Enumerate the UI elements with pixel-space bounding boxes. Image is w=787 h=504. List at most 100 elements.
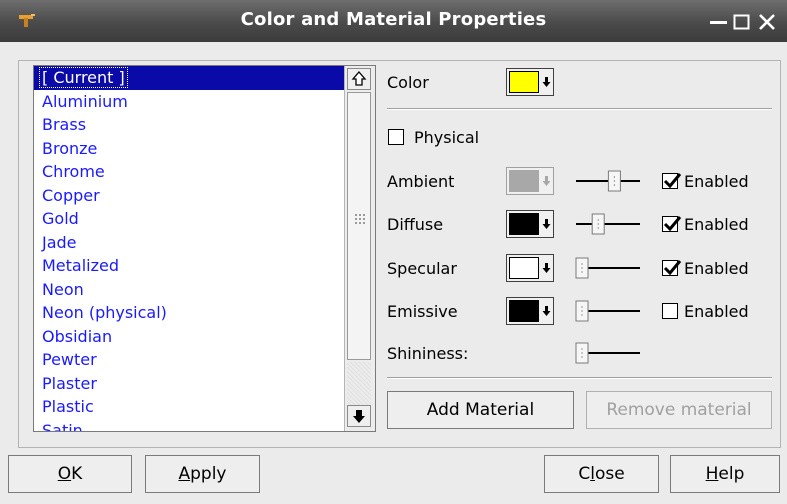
separator xyxy=(387,108,772,110)
scroll-down-button[interactable] xyxy=(347,405,371,427)
material-item-label: Gold xyxy=(42,209,79,228)
ambient-label: Ambient xyxy=(387,172,455,191)
material-list-item[interactable]: Brass xyxy=(34,113,345,137)
material-item-label: Jade xyxy=(42,232,77,252)
slider-handle[interactable] xyxy=(575,257,589,279)
material-list-item[interactable]: Chrome xyxy=(34,160,345,184)
diffuse-color-swatch xyxy=(509,213,539,235)
diffuse-color-button[interactable] xyxy=(506,210,554,238)
grip-icon xyxy=(355,214,365,224)
specular-enabled-checkbox[interactable] xyxy=(662,260,682,276)
ok-rest: K xyxy=(71,464,83,484)
material-item-label: Bronze xyxy=(42,138,98,158)
specular-label: Specular xyxy=(387,259,457,278)
material-item-label: [ Current ] xyxy=(39,67,128,88)
help-mnemonic: H xyxy=(705,464,719,484)
emissive-color-swatch xyxy=(509,300,539,322)
specular-enabled-label: Enabled xyxy=(684,259,749,278)
material-item-label: Chrome xyxy=(42,162,105,181)
close-button[interactable]: Close xyxy=(544,455,659,493)
material-list-item[interactable]: Aluminium xyxy=(34,90,345,114)
material-item-label: Metalized xyxy=(42,256,120,275)
arrow-up-icon xyxy=(351,71,367,86)
color-swatch xyxy=(509,71,539,93)
material-list-item[interactable]: Jade xyxy=(34,231,345,255)
scroll-track[interactable] xyxy=(347,362,371,406)
color-picker-button[interactable] xyxy=(506,68,554,96)
specular-color-button[interactable] xyxy=(506,254,554,282)
material-list-item[interactable]: Pewter xyxy=(34,348,345,372)
minimize-icon[interactable] xyxy=(708,10,730,32)
specular-slider[interactable] xyxy=(572,255,642,281)
scroll-thumb[interactable] xyxy=(347,92,371,360)
material-list-item[interactable]: [ Current ] xyxy=(34,66,345,90)
window-title: Color and Material Properties xyxy=(240,9,547,30)
ambient-enabled-label: Enabled xyxy=(684,172,749,191)
material-list-item[interactable]: Metalized xyxy=(34,254,345,278)
arrow-down-icon xyxy=(542,77,551,87)
arrow-down-icon xyxy=(542,176,551,186)
shininess-slider[interactable] xyxy=(572,340,642,366)
material-list-item[interactable]: Plastic xyxy=(34,395,345,419)
checkmark-icon xyxy=(663,173,682,189)
help-button[interactable]: Help xyxy=(670,455,780,493)
help-rest: elp xyxy=(718,464,745,484)
diffuse-enabled-label: Enabled xyxy=(684,215,749,234)
material-item-label: Satin xyxy=(42,420,83,432)
physical-checkbox[interactable] xyxy=(388,129,404,145)
material-list-item[interactable]: Plaster xyxy=(34,372,345,396)
diffuse-enabled-checkbox[interactable] xyxy=(662,216,682,232)
material-list-item[interactable]: Neon xyxy=(34,278,345,302)
arrow-down-icon xyxy=(542,219,551,229)
material-item-label: Obsidian xyxy=(42,326,113,346)
ambient-slider[interactable] xyxy=(572,168,642,194)
slider-handle[interactable] xyxy=(607,170,621,192)
diffuse-label: Diffuse xyxy=(387,215,444,234)
ok-button[interactable]: OK xyxy=(8,455,132,493)
material-item-label: Pewter xyxy=(42,350,97,369)
emissive-color-button[interactable] xyxy=(506,297,554,325)
apply-rest: pply xyxy=(190,464,227,484)
material-list-item[interactable]: Obsidian xyxy=(34,325,345,349)
ambient-color-button[interactable] xyxy=(506,167,554,195)
close-icon[interactable] xyxy=(756,10,778,32)
ambient-enabled-checkbox[interactable] xyxy=(662,173,682,189)
material-list-item[interactable]: Satin xyxy=(34,419,345,432)
shininess-label: Shininess: xyxy=(387,344,469,363)
slider-handle[interactable] xyxy=(575,342,589,364)
arrow-down-icon xyxy=(542,263,551,273)
close-start: C xyxy=(578,464,591,484)
add-material-button[interactable]: Add Material xyxy=(387,391,574,429)
emissive-slider[interactable] xyxy=(572,298,642,324)
color-label: Color xyxy=(387,73,429,92)
slider-handle[interactable] xyxy=(591,213,605,235)
title-bar[interactable]: Color and Material Properties xyxy=(0,0,787,42)
scroll-up-button[interactable] xyxy=(347,68,371,90)
material-list-item[interactable]: Bronze xyxy=(34,137,345,161)
material-list-item[interactable]: Gold xyxy=(34,207,345,231)
material-list-items: [ Current ] Aluminium Brass Bronze Chrome Cop… xyxy=(34,66,345,432)
vertical-scrollbar[interactable] xyxy=(344,66,375,431)
arrow-down-icon xyxy=(542,306,551,316)
material-list[interactable]: [ Current ] Aluminium Brass Bronze Chrome Cop… xyxy=(33,65,376,432)
physical-label: Physical xyxy=(414,128,480,147)
apply-mnemonic: A xyxy=(178,464,191,484)
material-list-item[interactable]: Copper xyxy=(34,184,345,208)
material-list-item[interactable]: Neon (physical) xyxy=(34,301,345,325)
close-rest: ose xyxy=(594,464,625,484)
material-item-label: Copper xyxy=(42,185,100,205)
checkmark-icon xyxy=(663,260,682,276)
ok-mnemonic: O xyxy=(57,464,72,484)
maximize-icon[interactable] xyxy=(731,10,753,32)
specular-color-swatch xyxy=(509,257,539,279)
separator xyxy=(387,377,772,379)
apply-button[interactable]: Apply xyxy=(145,455,260,493)
ambient-color-swatch xyxy=(509,170,539,192)
slider-handle[interactable] xyxy=(575,300,589,322)
diffuse-slider[interactable] xyxy=(572,211,642,237)
emissive-enabled-checkbox[interactable] xyxy=(662,303,678,319)
material-item-label: Aluminium xyxy=(42,91,128,111)
remove-material-button[interactable]: Remove material xyxy=(586,391,772,429)
material-item-label: Neon xyxy=(42,279,84,299)
material-item-label: Brass xyxy=(42,115,87,134)
